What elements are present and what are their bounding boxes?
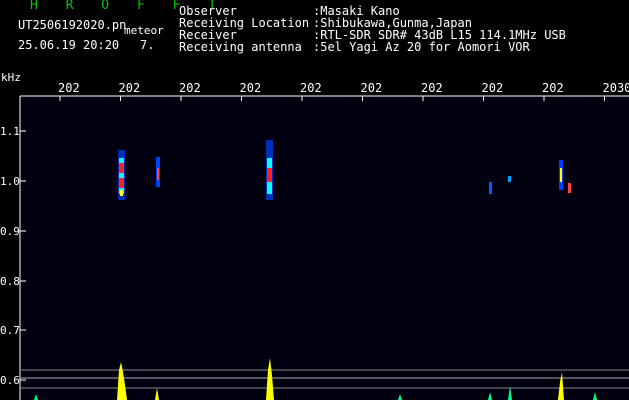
x-tick-label: 202 [542,81,564,95]
y-tick-label: 0.6 [0,374,20,387]
x-tick-label: 2030 [603,81,629,95]
x-tick-label: 202 [58,81,80,95]
y-axis-unit: kHz [1,71,21,84]
date-time-label: 25.06.19 20:20 [18,38,120,52]
spectrogram: 202 202 202 202 202 202 202 202 202 2030 1.1 1.0 0.… [0,81,629,400]
y-tick-label: 1.0 [0,175,20,188]
y-tick-label: 0.8 [0,275,20,288]
antenna-label: Receiving antenna [179,40,302,54]
count-label: 7. [140,38,155,52]
event-tag: meteor [124,24,164,37]
x-tick-label: 202 [119,81,141,95]
meteor-echo-1 [118,150,125,200]
y-tick-label: 0.7 [0,324,20,337]
x-tick-label: 202 [300,81,322,95]
y-tick-label: 1.1 [0,125,20,138]
x-tick-label: 202 [421,81,443,95]
filename-label: UT2506192020.pn [18,18,127,32]
antenna-value: :5el Yagi Az 20 for Aomori VOR [313,40,530,54]
y-tick-label: 0.9 [0,225,20,238]
x-tick-label: 202 [482,81,504,95]
x-tick-label: 202 [179,81,201,95]
x-tick-label: 202 [240,81,262,95]
meteor-echo-2 [156,157,160,187]
meteor-echo-3 [266,140,273,200]
spectrogram-background [20,96,629,400]
x-tick-label: 202 [361,81,383,95]
